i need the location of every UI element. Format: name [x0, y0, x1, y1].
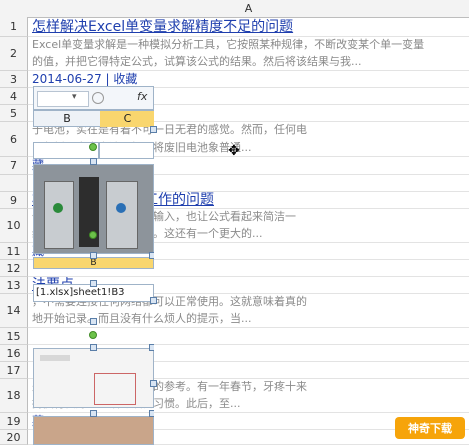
row-header[interactable]: 5 [0, 105, 28, 122]
resize-handle-icon[interactable] [150, 380, 157, 387]
select-all-corner[interactable] [0, 0, 29, 18]
row-header[interactable]: 11 [0, 243, 28, 260]
dialog-bar [40, 355, 70, 361]
row-header[interactable]: 19 [0, 413, 28, 430]
dropdown-icon: ▾ [72, 92, 77, 102]
row-header[interactable]: 20 [0, 430, 28, 445]
row-header[interactable]: 10 [0, 209, 28, 243]
embedded-column-headers-image[interactable]: B C [33, 110, 154, 127]
embedded-dialog-image[interactable] [33, 348, 154, 408]
row-header[interactable]: 17 [0, 362, 28, 379]
row-header[interactable]: 16 [0, 345, 28, 362]
col-b-label: B [63, 112, 71, 125]
article-desc: 的值，并把它得特定公式，试算该公式的结果。然后将该结果与我... [28, 54, 469, 71]
resize-handle-icon[interactable] [90, 158, 97, 165]
resize-handle-icon[interactable] [90, 280, 97, 287]
rotate-handle-icon[interactable] [89, 331, 97, 339]
column-header-a[interactable]: A [28, 0, 469, 18]
resize-handle-icon[interactable] [149, 344, 154, 351]
dialog-highlight [94, 373, 136, 405]
row-header[interactable]: 6 [0, 122, 28, 157]
resize-handle-icon[interactable] [90, 344, 97, 351]
row-header[interactable]: 3 [0, 71, 28, 88]
watermark-logo: 神奇下载 [395, 417, 465, 439]
trash-bins-photo[interactable] [33, 164, 154, 254]
row-header[interactable]: 9 [0, 192, 28, 209]
row-header[interactable]: 1 [0, 17, 28, 37]
row-header[interactable]: 7 [0, 157, 28, 175]
row-header[interactable]: 14 [0, 294, 28, 328]
circle-icon [92, 92, 104, 104]
recycle-blue-icon [116, 203, 126, 213]
row-header[interactable]: 12 [0, 260, 28, 277]
resize-handle-icon[interactable] [150, 297, 157, 304]
bin-left-icon [44, 181, 74, 249]
spreadsheet: A 1 怎样解决Excel单变量求解精度不足的问题 2 Excel单变量求解是一… [0, 0, 469, 445]
resize-handle-icon[interactable] [150, 126, 157, 133]
rotate-handle-icon[interactable] [89, 143, 97, 151]
namebox-field[interactable] [37, 91, 89, 107]
embedded-screenshot-stack[interactable]: ▾ fx B C B [1.xlsx]sheet1!B3 [33, 86, 154, 445]
resize-handle-icon[interactable] [90, 318, 97, 325]
col-c-label: C [100, 111, 154, 127]
row-header[interactable]: 13 [0, 277, 28, 294]
embedded-cell[interactable] [99, 142, 154, 159]
resize-handle-icon[interactable] [149, 410, 154, 417]
article-title[interactable]: 怎样解决Excel单变量求解精度不足的问题 [28, 17, 469, 37]
move-cursor-icon: ✥ [228, 143, 240, 159]
article-desc: Excel单变量求解是一种模拟分析工具，它按照某种规律，不断改变某个单一变量 [32, 38, 425, 51]
resize-handle-icon[interactable] [149, 252, 154, 259]
resize-handle-icon[interactable] [90, 410, 97, 417]
row-header[interactable]: 4 [0, 88, 28, 105]
rotate-handle-icon[interactable] [89, 231, 97, 239]
fx-icon[interactable]: fx [137, 90, 147, 103]
person-photo[interactable] [33, 416, 154, 445]
embedded-formula-bar-image[interactable]: ▾ fx [33, 86, 154, 110]
row-header[interactable]: 2 [0, 37, 28, 71]
bin-right-icon [106, 181, 138, 249]
resize-handle-icon[interactable] [90, 252, 97, 259]
recycle-green-icon [53, 203, 63, 213]
row-header[interactable]: 18 [0, 379, 28, 413]
row-header[interactable] [0, 175, 28, 192]
row-header[interactable]: 15 [0, 328, 28, 345]
